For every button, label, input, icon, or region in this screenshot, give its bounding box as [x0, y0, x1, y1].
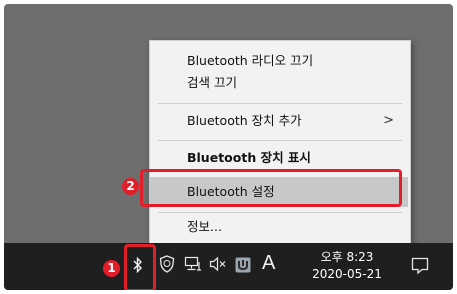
menu-item-show-bluetooth-devices[interactable]: Bluetooth 장치 표시	[150, 150, 410, 166]
taskbar-clock[interactable]: 오후 8:23 2020-05-21	[305, 249, 389, 283]
menu-item-about[interactable]: 정보...	[150, 219, 410, 235]
app-tray-icon[interactable]	[235, 257, 251, 277]
defender-shield-icon[interactable]	[159, 255, 175, 277]
step-2-badge: 2	[122, 178, 139, 195]
taskbar: A 오후 8:23 2020-05-21	[4, 243, 453, 290]
volume-muted-icon[interactable]	[209, 256, 227, 276]
submenu-arrow-icon: >	[383, 113, 394, 128]
clock-date: 2020-05-21	[312, 267, 382, 281]
network-icon[interactable]	[184, 256, 202, 276]
highlight-box-bluetooth-settings	[140, 169, 402, 207]
menu-item-turn-off-bluetooth-radio[interactable]: Bluetooth 라디오 끄기	[150, 53, 410, 69]
desktop-background: Bluetooth 라디오 끄기 검색 끄기 Bluetooth 장치 추가 >…	[4, 4, 453, 290]
menu-separator	[158, 212, 402, 213]
step-1-badge: 1	[103, 260, 120, 277]
clock-time: 오후 8:23	[320, 250, 374, 264]
menu-item-turn-off-discovery[interactable]: 검색 끄기	[150, 75, 410, 91]
menu-item-label: Bluetooth 장치 추가	[187, 113, 302, 128]
bluetooth-context-menu: Bluetooth 라디오 끄기 검색 끄기 Bluetooth 장치 추가 >…	[149, 40, 411, 247]
menu-separator	[158, 103, 402, 104]
notification-center-icon[interactable]	[411, 257, 429, 279]
menu-item-add-bluetooth-device[interactable]: Bluetooth 장치 추가 >	[150, 113, 410, 129]
input-method-indicator[interactable]: A	[262, 252, 275, 275]
menu-separator	[158, 140, 402, 141]
highlight-box-bluetooth-icon	[124, 244, 156, 290]
